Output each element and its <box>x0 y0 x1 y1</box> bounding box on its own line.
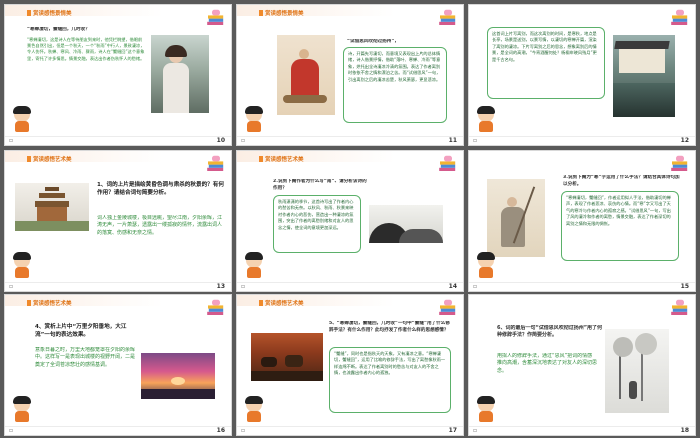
pager-icon: ▫ <box>241 283 246 290</box>
slide-number: 17 <box>448 427 457 434</box>
ink-landscape-painting <box>369 205 443 243</box>
slide-header-title: 赏读感悟艺术美 <box>265 157 304 163</box>
books-icon <box>439 299 457 315</box>
pager-icon: ▫ <box>473 137 478 144</box>
slide-answer: 词人独上金陵城楼，极目远眺，望尽江南，夕阳余晖，江涛无声，一片萧瑟，透露出一缕孤… <box>97 215 223 236</box>
slide-question: 5、“寒蝉凄切，蟹缝回，几时收”一句中“蟹缝”用了什么修辞手法？有什么作用？此句… <box>329 321 450 333</box>
slide-header-title: 赏读感悟景情美 <box>265 11 304 17</box>
slide-footer <box>469 136 695 145</box>
slide-thumbnail[interactable]: 赏读感悟艺术美 1、词的上片是描绘黄昏色调与肃杀的秋景的？有何作用？请结合词句简… <box>4 150 232 292</box>
battle-horses-painting <box>251 333 323 381</box>
books-icon <box>439 155 457 171</box>
slide-thumbnail[interactable]: 赏读感悟景情美 “寒蝉凄切，蟹缝回，几时收？ “寒蝉凄切，这是诗人在等待朋友到来… <box>4 4 232 146</box>
slide-footer <box>5 282 231 291</box>
pager-icon: ▫ <box>241 137 246 144</box>
slide-number: 18 <box>680 427 689 434</box>
girl-photo <box>151 35 209 113</box>
slide-answer: “寒蝉凄切，这是诗人在等待朋友到来时，他凭栏眺望，借眼前景色自然引出，但是一个秋… <box>27 37 145 61</box>
pager-icon: ▫ <box>9 283 14 290</box>
cartoon-boy-icon <box>475 106 497 133</box>
header-accent <box>259 300 263 306</box>
slide-header-title: 赏读感悟艺术美 <box>33 157 72 163</box>
cartoon-boy-icon <box>243 252 265 279</box>
slide-header-title: 赏读感悟艺术美 <box>33 301 72 307</box>
answer-box: 这首词上片写离别，而这次离别的时间，是寒秋，地点是长亭，场景是送别，以景写情，以… <box>487 27 605 99</box>
slide-answer: 秋雨潇潇的季节，这首诗写出了作者内心的愁苦和无奈。以秋风、秋雨、秋景来映衬作者内… <box>278 199 354 230</box>
slide-footer <box>469 282 695 291</box>
header-accent <box>27 156 31 162</box>
monk-painting <box>277 35 335 115</box>
slide-question: 6、词的最后一句“试借思风吹彻过扬州”用了何种修辞手法？作简要分析。 <box>497 325 603 339</box>
slide-question: “寒蝉凄切，蟹缝回，几时收？ <box>27 27 90 32</box>
slide-thumbnail[interactable]: 这首词上片写离别，而这次离别的时间，是寒秋，地点是长亭，场景是送别，以景写情，以… <box>468 4 696 146</box>
slide-header-title: 赏读感悟艺术美 <box>265 301 304 307</box>
slide-answer: “寒蝉凄切，蟹缝回”，作者运用拟人手法，借助凄切的蝉声，表现了作者悲凉、哀伤的心… <box>566 195 671 226</box>
slide-thumbnail[interactable]: 赏读感悟艺术美 4、赏析上片中“万里夕阳垂地，大江流”一句的表达效果。 意象日暮… <box>4 294 232 436</box>
slide-footer <box>237 136 463 145</box>
slide-thumbnail[interactable]: 6、词的最后一句“试借思风吹彻过扬州”用了何种修辞手法？作简要分析。 用拟人的修… <box>468 294 696 436</box>
slide-answer: 诗，开篇先写凄切，而意境又表现出上片的总体情绪，诗人借景抒情，借助“落叶、寒蝉、… <box>348 51 441 82</box>
slide-answer: 这首词上片写离别，而这次离别的时间，是寒秋，地点是长亭，场景是送别，以景写情，以… <box>492 31 597 62</box>
answer-box: 秋雨潇潇的季节，这首诗写出了作者内心的愁苦和无奈。以秋风、秋雨、秋景来映衬作者内… <box>273 195 361 253</box>
pager-icon: ▫ <box>473 283 478 290</box>
slide-number: 16 <box>216 427 225 434</box>
slide-question: “试借思风吹彻过扬州”， <box>347 39 399 44</box>
slide-thumbnail[interactable]: 赏读感悟艺术美 2.说到下阙作者为什么写“南”、请分析该诗的作用？ 秋雨潇潇的季… <box>236 150 464 292</box>
cartoon-boy-icon <box>243 396 265 423</box>
slide-number: 14 <box>448 283 457 290</box>
answer-box: “蟹缝”，同时也是指秋天的天象，又有凄凉之意。“寒蝉凄切，蟹缝回”，运用了比喻的… <box>329 347 451 413</box>
slide-question: 4、赏析上片中“万里夕阳垂地，大江流”一句的表达效果。 <box>35 324 127 339</box>
cartoon-boy-icon <box>243 106 265 133</box>
answer-box: “寒蝉凄切，蟹缝回”，作者运用拟人手法，借助凄切的蝉声，表现了作者悲凉、哀伤的心… <box>561 191 679 261</box>
slide-footer <box>5 136 231 145</box>
books-icon <box>671 9 689 25</box>
cartoon-boy-icon <box>11 396 33 423</box>
scholar-painting <box>487 179 545 257</box>
slide-question: 1、词的上片是描绘黄昏色调与肃杀的秋景的？有何作用？请结合词句简要分析。 <box>97 182 224 197</box>
slide-number: 11 <box>448 137 457 144</box>
slide-thumbnail[interactable]: 3.说到下阙为“寒”字运用了什么手法？请结合具体诗句加以分析。 “寒蝉凄切，蟹缝… <box>468 150 696 292</box>
pager-icon: ▫ <box>9 427 14 434</box>
slide-footer <box>5 426 231 435</box>
slide-question: 3.说到下阙为“寒”字运用了什么手法？请结合具体诗句加以分析。 <box>563 175 680 187</box>
slide-answer: “蟹缝”，同时也是指秋天的天象，又有凄凉之意。“寒蝉凄切，蟹缝回”，运用了比喻的… <box>334 351 446 376</box>
winter-trees-painting <box>605 329 669 413</box>
slide-thumbnail[interactable]: 赏读感悟景情美 “试借思风吹彻过扬州”， 诗，开篇先写凄切，而意境又表现出上片的… <box>236 4 464 146</box>
pager-icon: ▫ <box>473 427 478 434</box>
slide-question: 2.说到下阙作者为什么写“南”、请分析该诗的作用？ <box>273 179 367 191</box>
slide-number: 12 <box>680 137 689 144</box>
cartoon-boy-icon <box>475 252 497 279</box>
header-accent <box>259 156 263 162</box>
pagoda-photo <box>15 183 89 231</box>
answer-box: 诗，开篇先写凄切，而意境又表现出上片的总体情绪，诗人借景抒情，借助“落叶、寒蝉、… <box>343 47 447 123</box>
books-icon <box>207 155 225 171</box>
books-icon <box>207 9 225 25</box>
books-icon <box>207 299 225 315</box>
riverside-house-photo <box>613 35 675 117</box>
cartoon-boy-icon <box>475 396 497 423</box>
cartoon-boy-icon <box>11 106 33 133</box>
slide-header-title: 赏读感悟景情美 <box>33 11 72 17</box>
slide-number: 15 <box>680 283 689 290</box>
pager-icon: ▫ <box>9 137 14 144</box>
slide-thumbnail[interactable]: 赏读感悟艺术美 5、“寒蝉凄切，蟹缝回，几时收”一句中“蟹缝”用了什么修辞手法？… <box>236 294 464 436</box>
slide-number: 13 <box>216 283 225 290</box>
header-accent <box>259 10 263 16</box>
slide-footer <box>237 426 463 435</box>
books-icon <box>671 299 689 315</box>
slide-grid: 赏读感悟景情美 “寒蝉凄切，蟹缝回，几时收？ “寒蝉凄切，这是诗人在等待朋友到来… <box>0 0 700 438</box>
pager-icon: ▫ <box>241 427 246 434</box>
sunset-river-photo <box>141 353 215 399</box>
books-icon <box>671 155 689 171</box>
books-icon <box>439 9 457 25</box>
header-accent <box>27 10 31 16</box>
slide-number: 10 <box>216 137 225 144</box>
header-accent <box>27 300 31 306</box>
slide-answer: 意象日暮之时，万里大地都笼罩在夕阳的余晖中。这样写一是表现出城楼的视野开阔，二是… <box>35 347 135 368</box>
slide-footer <box>237 282 463 291</box>
slide-answer: 用拟人的修辞手法，通过“思风”把词的情感推向高潮，含蓄深沉地表达了对友人的深切思… <box>497 353 597 374</box>
slide-footer <box>469 426 695 435</box>
cartoon-boy-icon <box>11 252 33 279</box>
